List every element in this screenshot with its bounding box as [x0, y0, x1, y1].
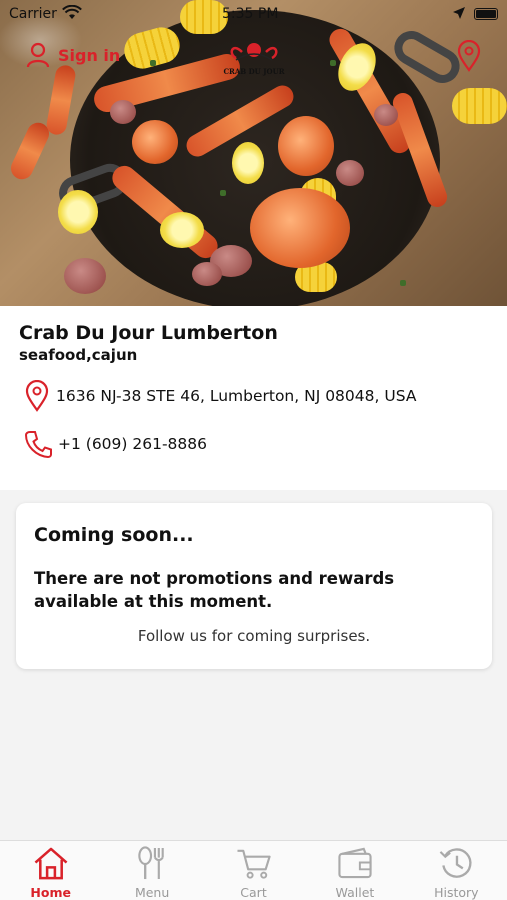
tab-home[interactable]: Home [0, 841, 101, 900]
promo-message: There are not promotions and rewards ava… [34, 569, 395, 611]
location-pin-icon [25, 380, 49, 412]
restaurant-name: Crab Du Jour Lumberton [19, 322, 278, 344]
restaurant-categories: seafood,cajun [19, 346, 138, 364]
shrimp-image [278, 116, 334, 176]
lobster-tail-image [250, 188, 350, 268]
user-icon [26, 42, 50, 68]
tab-wallet-label: Wallet [335, 885, 375, 900]
herb-speck [150, 60, 156, 66]
wallet-icon [338, 847, 372, 879]
address-text: 1636 NJ-38 STE 46, Lumberton, NJ 08048, … [56, 387, 417, 405]
tab-home-label: Home [30, 885, 71, 900]
crab-leg-image [7, 119, 53, 183]
potato-image [110, 100, 136, 124]
address-row[interactable]: 1636 NJ-38 STE 46, Lumberton, NJ 08048, … [24, 380, 416, 412]
herb-speck [220, 190, 226, 196]
restaurant-info: Crab Du Jour Lumberton seafood,cajun 163… [0, 306, 507, 490]
crab-leg-image [45, 63, 77, 137]
location-arrow-icon [453, 7, 465, 19]
restaurant-logo: CRAB DU JOUR [222, 38, 286, 78]
tab-wallet[interactable]: Wallet [304, 841, 405, 900]
herb-speck [330, 60, 336, 66]
phone-row[interactable]: +1 (609) 261-8886 [24, 429, 207, 459]
tab-cart-label: Cart [240, 885, 267, 900]
cart-icon [236, 849, 271, 879]
history-icon [440, 848, 472, 878]
promo-follow-text: Follow us for coming surprises. [137, 627, 371, 645]
potato-image [336, 160, 364, 186]
tab-history-label: History [434, 885, 479, 900]
tab-cart[interactable]: Cart [203, 841, 304, 900]
sign-in-button[interactable]: Sign in [26, 42, 120, 68]
fork-knife-icon [138, 846, 164, 880]
clock: 5:35 PM [222, 6, 279, 22]
tab-bar: Home Menu Cart Wallet History [0, 840, 507, 900]
tab-history[interactable]: History [406, 841, 507, 900]
tab-menu-label: Menu [134, 885, 170, 900]
battery-icon [474, 8, 498, 20]
sign-in-label: Sign in [58, 45, 121, 65]
wifi-icon [62, 5, 82, 19]
lemon-image [232, 142, 264, 184]
logo-text: CRAB DU JOUR [223, 67, 284, 76]
map-pin-icon[interactable] [456, 40, 482, 72]
promo-title: Coming soon... [34, 524, 194, 546]
promotions-card: Coming soon... There are not promotions … [16, 503, 492, 669]
phone-icon [24, 431, 52, 459]
phone-text: +1 (609) 261-8886 [58, 435, 208, 453]
carrier-label: Carrier [9, 6, 57, 22]
tab-menu[interactable]: Menu [101, 841, 202, 900]
potato-image [374, 104, 398, 126]
shrimp-image [132, 120, 178, 164]
potato-image [64, 258, 106, 294]
home-icon [34, 847, 68, 880]
potato-image [192, 262, 222, 286]
lemon-image [160, 212, 204, 248]
lemon-image [58, 190, 98, 234]
status-bar: Carrier 5:35 PM [0, 0, 507, 28]
herb-speck [400, 280, 406, 286]
corn-image [452, 88, 507, 124]
